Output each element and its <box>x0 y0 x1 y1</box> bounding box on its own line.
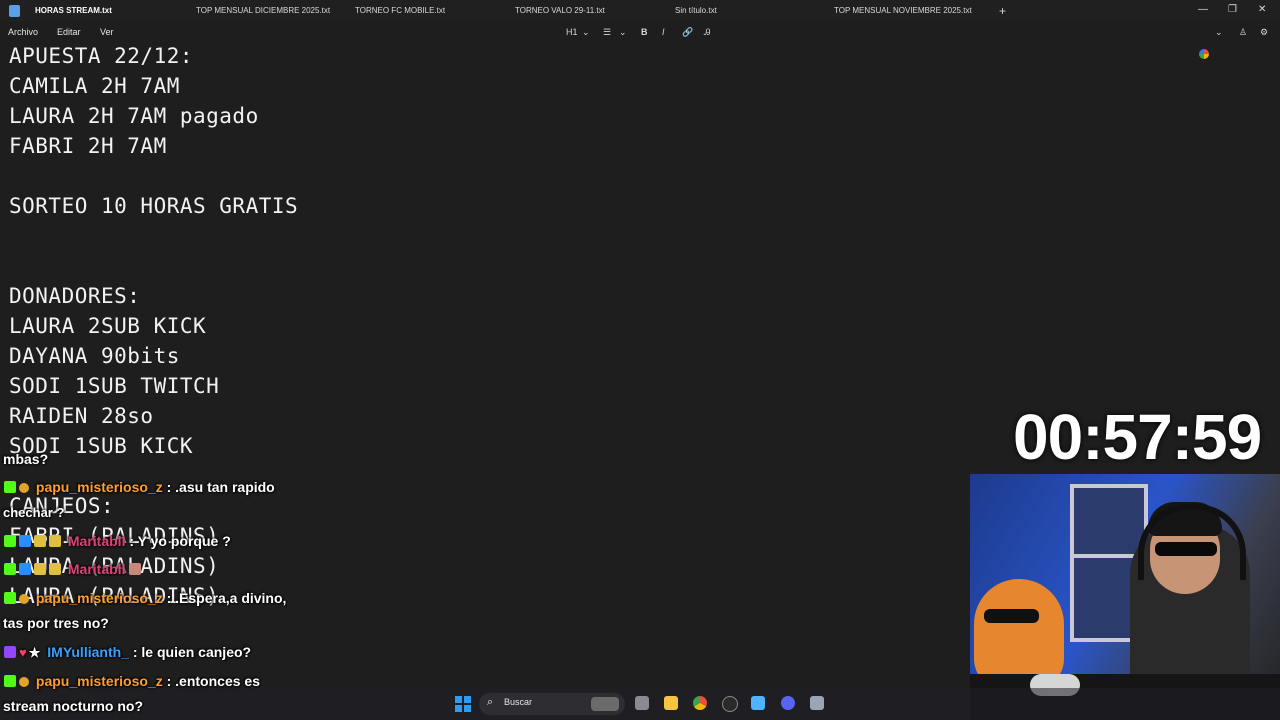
editor-line: DAYANA 90bits <box>9 344 180 368</box>
search-label: Buscar <box>504 697 533 707</box>
tab-top-mensual-noviembre[interactable]: TOP MENSUAL NOVIEMBRE 2025.txt <box>834 0 972 22</box>
chat-message: ♥ ★ IMYullianth_ : le quien canjeo? <box>4 644 251 661</box>
tab-sin-titulo[interactable]: Sin título.txt <box>675 0 717 22</box>
emote-icon <box>19 483 29 493</box>
menu-editar[interactable]: Editar <box>57 22 81 42</box>
copilot-icon[interactable] <box>1199 49 1209 59</box>
tab-label: TOP MENSUAL DICIEMBRE 2025.txt <box>196 6 331 15</box>
menu-archivo[interactable]: Archivo <box>8 22 38 42</box>
italic-icon[interactable]: I <box>662 22 665 42</box>
tab-bar: HORAS STREAM.txt TOP MENSUAL DICIEMBRE 2… <box>0 0 1280 22</box>
list-icon[interactable]: ☰ <box>603 22 611 42</box>
editor-line: RAIDEN 28so <box>9 404 154 428</box>
editor-line: SORTEO 10 HORAS GRATIS <box>9 194 299 218</box>
plush-sunglasses <box>984 609 1039 623</box>
chevron-down-icon: ⌄ <box>582 27 590 37</box>
chat-username: papu_misterioso_z <box>35 673 163 689</box>
editor-line: FABRI 2H 7AM <box>9 134 167 158</box>
chat-username: IMYullianth_ <box>47 644 129 660</box>
chat-message: papu_misterioso_z : .entonces es <box>4 673 260 689</box>
close-icon[interactable]: ✕ <box>1258 0 1266 20</box>
tab-label: Sin título.txt <box>675 6 717 15</box>
tab-torneo-fc-mobile[interactable]: TORNEO FC MOBILE.txt <box>355 0 445 22</box>
chat-username: papu_misterioso_z <box>35 479 163 495</box>
emote-icon <box>19 677 29 687</box>
clear-format-icon[interactable]: Ꭿ <box>704 22 711 42</box>
kick-icon <box>4 675 16 687</box>
discord-icon[interactable] <box>781 696 795 710</box>
obs-icon[interactable] <box>722 696 738 712</box>
heading-dropdown[interactable]: H1 <box>566 22 578 42</box>
editor-line: LAURA 2SUB KICK <box>9 314 207 338</box>
editor-line: LAURA (PALADINS) <box>9 554 220 578</box>
menu-bar: Archivo Editar Ver H1 ⌄ ☰ ⌄ B I 🔗 Ꭿ ⌄ ♙ … <box>0 22 1280 59</box>
editor-line: CAMILA 2H 7AM <box>9 74 180 98</box>
chevron-down-icon: ⌄ <box>619 27 627 37</box>
editor-line: SODI 1SUB KICK <box>9 434 194 458</box>
chevron-down-icon[interactable]: ⌄ <box>1215 22 1223 42</box>
minimize-icon[interactable]: — <box>1198 0 1208 20</box>
sunglasses <box>1155 542 1217 556</box>
chat-message: papu_misterioso_z : .asu tan rapido <box>4 479 275 495</box>
editor-line: APUESTA 22/12: <box>9 44 194 68</box>
tab-label: TOP MENSUAL NOVIEMBRE 2025.txt <box>834 6 972 15</box>
file-explorer-icon[interactable] <box>664 696 678 710</box>
task-view-icon[interactable] <box>635 696 649 710</box>
editor-line: FABRI (PALADINS) <box>9 524 220 548</box>
tab-horas-stream[interactable]: HORAS STREAM.txt <box>35 0 112 22</box>
editor-line: CANJEOS: <box>9 494 115 518</box>
editor-line: LAURA 2H 7AM pagado <box>9 104 259 128</box>
tab-label: TORNEO VALO 29-11.txt <box>515 6 605 15</box>
menu-ver[interactable]: Ver <box>100 22 114 42</box>
charmander-plush <box>974 579 1064 689</box>
search-icon: ⌕ <box>487 696 494 708</box>
gear-icon[interactable]: ⚙ <box>1260 22 1268 42</box>
editor-line: DONADORES: <box>9 284 141 308</box>
kick-icon <box>4 481 16 493</box>
plus-icon[interactable]: + <box>999 0 1006 22</box>
taskbar-search[interactable]: ⌕ Buscar <box>479 693 625 715</box>
chat-text-continued: tas por tres no? <box>3 615 109 631</box>
chat-text: : le quien canjeo? <box>132 644 252 660</box>
twitch-icon <box>4 646 16 658</box>
notepad-taskbar-icon[interactable] <box>751 696 765 710</box>
stream-timer: 00:57:59 <box>1013 401 1262 473</box>
heart-icon: ♥ <box>19 645 27 660</box>
chat-text: : .asu tan rapido <box>166 479 275 495</box>
restore-icon[interactable]: ❐ <box>1228 0 1237 20</box>
search-highlight-image <box>591 697 619 711</box>
windows-start-icon[interactable] <box>455 696 471 712</box>
editor-line: SODI 1SUB TWITCH <box>9 374 220 398</box>
editor-line: LAURA (PALADINS) <box>9 584 220 608</box>
tab-label: HORAS STREAM.txt <box>35 6 112 15</box>
bold-icon[interactable]: B <box>641 22 648 42</box>
notepad-icon <box>9 5 20 17</box>
chat-text: : .entonces es <box>166 673 260 689</box>
tab-torneo-valo[interactable]: TORNEO VALO 29-11.txt <box>515 0 605 22</box>
calculator-icon[interactable] <box>810 696 824 710</box>
tab-label: TORNEO FC MOBILE.txt <box>355 6 446 15</box>
account-icon[interactable]: ♙ <box>1239 22 1247 42</box>
chrome-icon[interactable] <box>693 696 707 710</box>
tab-top-mensual-diciembre[interactable]: TOP MENSUAL DICIEMBRE 2025.txt <box>196 0 330 22</box>
webcam-feed <box>970 474 1280 720</box>
star-icon: ★ <box>28 645 41 660</box>
link-icon[interactable]: 🔗 <box>682 22 693 42</box>
